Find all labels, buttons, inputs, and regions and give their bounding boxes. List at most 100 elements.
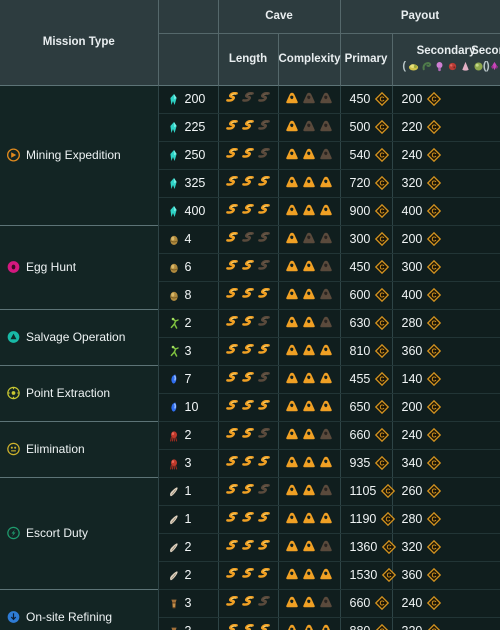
credits-icon: C: [427, 595, 442, 611]
complexity-pip: [319, 400, 333, 415]
complexity-pip: [319, 568, 333, 583]
mission-type-cell[interactable]: Egg Hunt: [0, 224, 159, 309]
cave-complexity-cell: [278, 337, 341, 366]
objective-amount: 3: [184, 596, 192, 610]
credits-icon: C: [375, 455, 390, 471]
svg-text:C: C: [386, 489, 391, 496]
length-pip: [257, 483, 271, 498]
complexity-pip: [302, 512, 316, 527]
mission-type-cell[interactable]: Mining Expedition: [0, 84, 159, 225]
svg-text:C: C: [432, 125, 437, 132]
complexity-pip: [302, 288, 316, 303]
complexity-pip: [285, 148, 299, 163]
length-pips: [219, 142, 278, 169]
svg-text:C: C: [432, 377, 437, 384]
mini-mule-icon: [167, 317, 180, 330]
mission-type-cell[interactable]: On-site Refining: [0, 588, 159, 630]
credits-icon: C: [427, 455, 442, 471]
secondary-1-payout-cell: 240 C: [392, 420, 500, 450]
secondary-1-payout-cell: 140 C: [392, 364, 500, 394]
cave-length-cell: [218, 224, 279, 254]
mission-type-cell[interactable]: Elimination: [0, 420, 159, 477]
paren-open-2: (: [482, 59, 487, 72]
cave-complexity-cell: [278, 84, 341, 114]
mission-name: Egg Hunt: [26, 260, 77, 274]
length-pip: [257, 119, 271, 134]
egg-icon: [167, 289, 180, 302]
length-pip: [257, 91, 271, 106]
mission-type-cell[interactable]: Escort Duty: [0, 476, 159, 589]
table-row[interactable]: Escort Duty11105C260C250C: [0, 476, 500, 589]
length-pip: [225, 315, 239, 330]
table-row[interactable]: Mining Expedition 200 450 C 200 C 250 C: [0, 84, 500, 225]
objective-amount-cell: 10: [158, 393, 219, 422]
length-pip: [257, 399, 271, 414]
header-secondary-2-icons: ( ): [483, 60, 500, 74]
length-pips: [219, 86, 278, 113]
header-primary: Primary: [340, 33, 393, 85]
heartstone-icon: [167, 513, 180, 526]
liquid-morkite-icon: [167, 597, 180, 610]
primary-payout-cell: 500 C: [340, 113, 393, 142]
secondary-1-payout-cell: 200 C: [392, 224, 500, 254]
complexity-pips: [279, 590, 340, 617]
length-pips: [219, 114, 278, 141]
objective-amount-cell: 2: [158, 561, 219, 590]
header-mission-type: Mission Type: [0, 0, 159, 85]
objective-amount-cell: 3: [158, 588, 219, 618]
svg-text:C: C: [432, 97, 437, 104]
mission-type-cell[interactable]: Point Extraction: [0, 364, 159, 421]
secondary-1-payout-cell: 240 C: [392, 588, 500, 618]
svg-text:C: C: [432, 181, 437, 188]
secondary-1-payout-cell: 340 C: [392, 449, 500, 478]
svg-text:C: C: [432, 293, 437, 300]
objective-amount: 225: [184, 120, 206, 134]
table-row[interactable]: Point Extraction7455C140C250C: [0, 364, 500, 421]
objective-amount-cell: 2: [158, 533, 219, 562]
length-pips: [219, 506, 278, 533]
length-pip: [225, 483, 239, 498]
complexity-pip: [319, 344, 333, 359]
table-header: Mission Type Cave Payout Length Complexi…: [0, 0, 500, 85]
cave-complexity-cell: [278, 449, 341, 478]
primary-payout: 810: [349, 344, 371, 358]
mission-name: Mining Expedition: [26, 148, 121, 162]
table-row[interactable]: Elimination2660C240C300C: [0, 420, 500, 477]
length-pip: [241, 427, 255, 442]
svg-text:C: C: [432, 405, 437, 412]
length-pips: [219, 478, 278, 505]
table-row[interactable]: On-site Refining3660C240C250C: [0, 588, 500, 630]
mission-type-cell[interactable]: Salvage Operation: [0, 308, 159, 365]
complexity-pip: [285, 568, 299, 583]
objective-amount: 400: [184, 204, 206, 218]
length-pips: [219, 198, 278, 225]
table-row[interactable]: Egg Hunt4300C200C250C: [0, 224, 500, 309]
primary-payout: 720: [349, 176, 371, 190]
cave-complexity-cell: [278, 224, 341, 254]
primary-payout: 450: [349, 260, 371, 274]
length-pip: [241, 511, 255, 526]
length-pips: [219, 422, 278, 449]
table-row[interactable]: Salvage Operation2630C280C350C: [0, 308, 500, 365]
length-pip: [241, 287, 255, 302]
cave-length-cell: [218, 505, 279, 534]
header-length: Length: [218, 33, 279, 85]
svg-text:C: C: [380, 461, 385, 468]
mission-name: Point Extraction: [26, 386, 111, 400]
cave-complexity-cell: [278, 197, 341, 226]
objective-amount: 3: [184, 344, 192, 358]
primary-payout-cell: 935 C: [340, 449, 393, 478]
complexity-pips: [279, 198, 340, 225]
credits-icon: C: [427, 175, 442, 191]
length-pip: [257, 343, 271, 358]
cave-complexity-cell: [278, 308, 341, 338]
egg-icon: [167, 233, 180, 246]
complexity-pip: [302, 596, 316, 611]
credits-icon: C: [427, 231, 442, 247]
length-pip: [225, 91, 239, 106]
objective-amount-cell: 250: [158, 141, 219, 170]
aquarq-icon: [167, 401, 180, 414]
svg-text:C: C: [380, 153, 385, 160]
cave-length-cell: [218, 449, 279, 478]
objective-amount: 250: [184, 148, 206, 162]
